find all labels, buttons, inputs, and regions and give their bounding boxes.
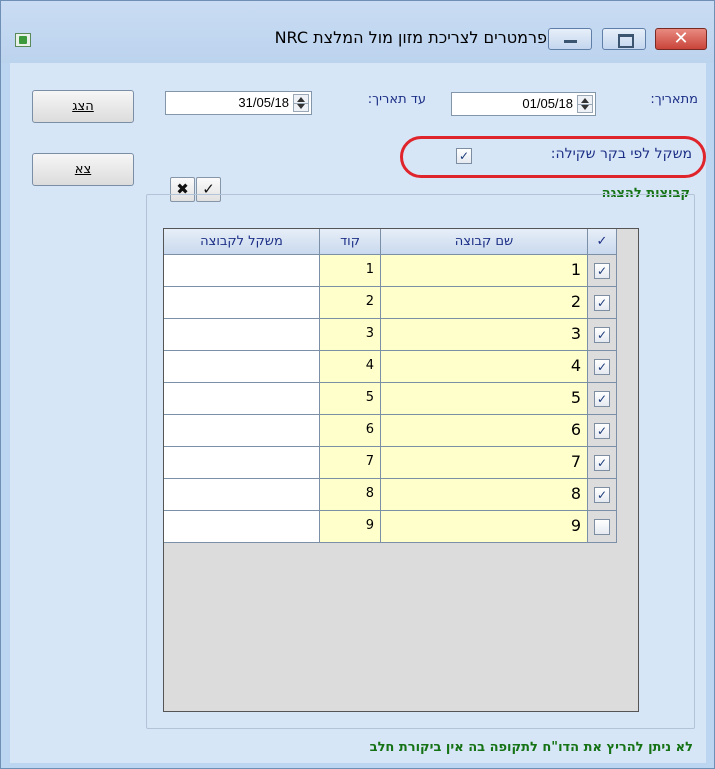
group-name-cell: 9 — [381, 511, 588, 543]
header-code[interactable]: קוד — [320, 229, 381, 255]
spin-up-icon — [297, 97, 305, 102]
row-checkbox[interactable]: ✓ — [594, 423, 610, 439]
header-name[interactable]: שם קבוצה — [381, 229, 588, 255]
spin-down-icon — [581, 105, 589, 110]
table-row[interactable]: 8 8 ✓ — [164, 479, 638, 511]
group-name-cell: 5 — [381, 383, 588, 415]
weight-cell[interactable] — [164, 415, 320, 447]
weigh-by-scale-label: משקל לפי בקר שקילה: — [550, 146, 692, 162]
check-cell: ✓ — [588, 447, 617, 479]
dialog-body: הצג צא מתאריך: 01/05/18 עד תאריך: 31/05/… — [10, 63, 706, 763]
weight-cell[interactable] — [164, 511, 320, 543]
table-row[interactable]: 1 1 ✓ — [164, 255, 638, 287]
row-checkbox[interactable]: ✓ — [594, 359, 610, 375]
weight-cell[interactable] — [164, 383, 320, 415]
weigh-by-scale-checkbox[interactable]: ✓ — [456, 148, 472, 164]
spin-up-icon — [581, 98, 589, 103]
check-cell: ✓ — [588, 383, 617, 415]
table-row[interactable]: 2 2 ✓ — [164, 287, 638, 319]
check-cell — [588, 511, 617, 543]
to-date-spinner[interactable] — [293, 94, 309, 112]
table-row[interactable]: 4 4 ✓ — [164, 351, 638, 383]
from-date-spinner[interactable] — [577, 95, 593, 113]
check-cell: ✓ — [588, 255, 617, 287]
check-cell: ✓ — [588, 351, 617, 383]
row-checkbox[interactable]: ✓ — [594, 295, 610, 311]
weight-cell[interactable] — [164, 255, 320, 287]
table-row[interactable]: 5 5 ✓ — [164, 383, 638, 415]
code-cell: 6 — [320, 415, 381, 447]
check-cell: ✓ — [588, 415, 617, 447]
header-weight[interactable]: משקל לקבוצה — [164, 229, 320, 255]
weight-cell[interactable] — [164, 287, 320, 319]
group-name-cell: 1 — [381, 255, 588, 287]
to-date-input[interactable]: 31/05/18 — [165, 91, 312, 115]
code-cell: 3 — [320, 319, 381, 351]
minimize-button[interactable] — [548, 28, 592, 50]
table-row[interactable]: 99 — [164, 511, 638, 543]
code-cell: 4 — [320, 351, 381, 383]
check-cell: ✓ — [588, 319, 617, 351]
exit-button[interactable]: צא — [32, 153, 134, 186]
group-name-cell: 3 — [381, 319, 588, 351]
table-row[interactable]: 7 7 ✓ — [164, 447, 638, 479]
show-button-label: הצג — [72, 99, 94, 114]
weight-cell[interactable] — [164, 479, 320, 511]
header-check[interactable]: ✓ — [588, 229, 617, 255]
app-icon — [15, 33, 31, 47]
from-date-value: 01/05/18 — [522, 96, 573, 111]
weight-cell[interactable] — [164, 447, 320, 479]
status-message: לא ניתן להריץ את הדו"ח לתקופה בה אין ביק… — [369, 740, 693, 755]
from-date-input[interactable]: 01/05/18 — [451, 92, 596, 116]
group-name-cell: 6 — [381, 415, 588, 447]
code-cell: 7 — [320, 447, 381, 479]
weight-cell[interactable] — [164, 319, 320, 351]
close-icon: ✕ — [673, 28, 689, 49]
show-button[interactable]: הצג — [32, 90, 134, 123]
check-cell: ✓ — [588, 479, 617, 511]
code-cell: 1 — [320, 255, 381, 287]
row-checkbox[interactable]: ✓ — [594, 391, 610, 407]
maximize-button[interactable] — [602, 28, 646, 50]
table-row[interactable]: 3 3 ✓ — [164, 319, 638, 351]
row-checkbox[interactable]: ✓ — [594, 263, 610, 279]
close-button[interactable]: ✕ — [655, 28, 707, 50]
row-checkbox[interactable] — [594, 519, 610, 535]
window: פרמטרים לצריכת מזון מול המלצת NRC ✕ הצג … — [0, 0, 715, 769]
to-date-label: עד תאריך: — [367, 92, 426, 107]
row-checkbox[interactable]: ✓ — [594, 327, 610, 343]
group-name-cell: 4 — [381, 351, 588, 383]
to-date-value: 31/05/18 — [238, 95, 289, 110]
exit-button-label: צא — [74, 162, 92, 177]
groups-grid: משקל לקבוצה קוד שם קבוצה ✓ 1 1 ✓ 2 2 ✓ 3 3 ✓ 4 4 ✓ 5… — [163, 228, 639, 712]
table-row[interactable]: 6 6 ✓ — [164, 415, 638, 447]
group-name-cell: 7 — [381, 447, 588, 479]
row-checkbox[interactable]: ✓ — [594, 455, 610, 471]
code-cell: 8 — [320, 479, 381, 511]
weight-cell[interactable] — [164, 351, 320, 383]
code-cell: 2 — [320, 287, 381, 319]
title-bar: פרמטרים לצריכת מזון מול המלצת NRC ✕ — [1, 1, 714, 63]
code-cell: 9 — [320, 511, 381, 543]
group-name-cell: 2 — [381, 287, 588, 319]
from-date-label: מתאריך: — [650, 92, 698, 107]
spin-down-icon — [297, 104, 305, 109]
check-cell: ✓ — [588, 287, 617, 319]
code-cell: 5 — [320, 383, 381, 415]
group-name-cell: 8 — [381, 479, 588, 511]
window-title: פרמטרים לצריכת מזון מול המלצת NRC — [274, 28, 547, 47]
row-checkbox[interactable]: ✓ — [594, 487, 610, 503]
